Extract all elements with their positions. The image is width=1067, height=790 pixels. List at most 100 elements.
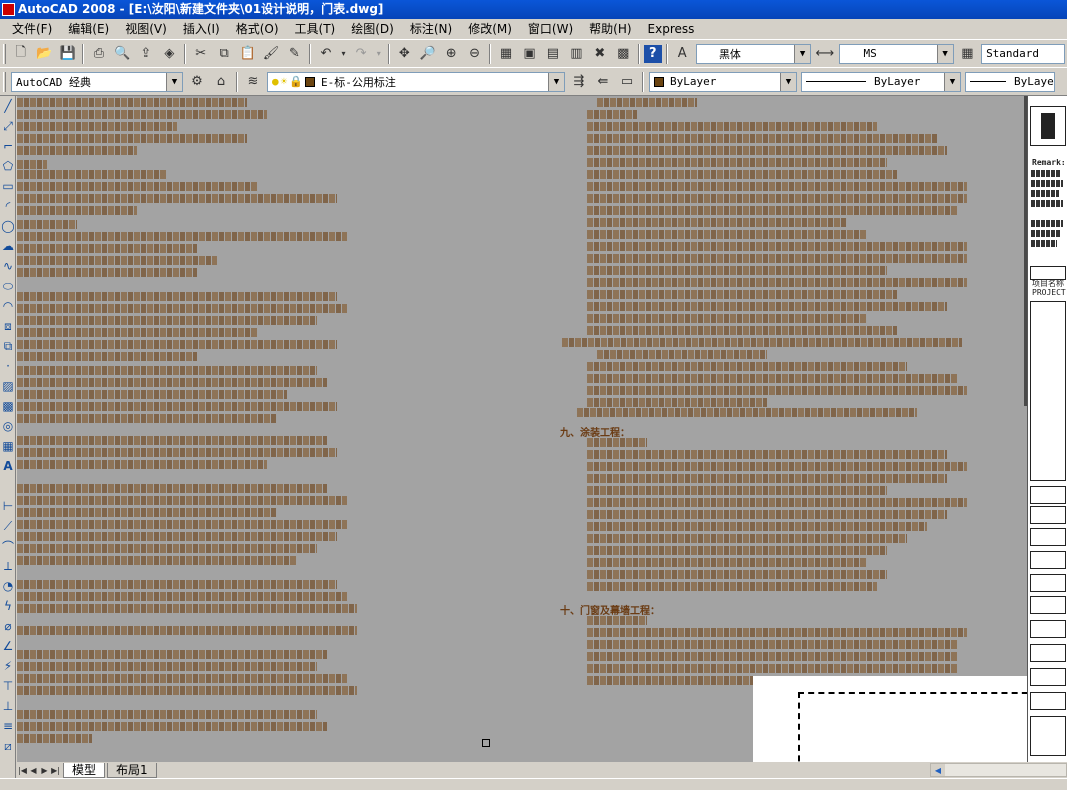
publish-icon[interactable]: ⇪	[135, 43, 156, 65]
autocad-app-icon[interactable]	[2, 3, 15, 16]
zoom-window-icon[interactable]: ⊕	[440, 43, 461, 65]
dimension-space-icon[interactable]: ≡	[0, 716, 16, 736]
first-tab-icon[interactable]: |◀	[17, 764, 28, 776]
chevron-down-icon[interactable]: ▼	[944, 72, 960, 91]
viewport-paper-area[interactable]	[753, 676, 1027, 762]
circle-icon[interactable]: ◯	[0, 216, 16, 236]
make-block-icon[interactable]: ⧉	[0, 336, 16, 356]
print-icon[interactable]: ⎙	[88, 43, 109, 65]
spline-icon[interactable]: ∿	[0, 256, 16, 276]
undo-icon[interactable]: ↶	[315, 43, 336, 65]
rectangle-icon[interactable]: ▭	[0, 176, 16, 196]
layer-properties-icon[interactable]: ≋	[242, 71, 264, 93]
insert-block-icon[interactable]: ⧈	[0, 316, 16, 336]
line-icon[interactable]: ╱	[0, 96, 16, 116]
sheet-set-icon[interactable]: ▥	[566, 43, 587, 65]
menu-edit[interactable]: 编辑(E)	[60, 19, 117, 39]
dim-style-select[interactable]: MS ▼	[838, 43, 954, 64]
workspace-settings-icon[interactable]: ⚙	[186, 71, 208, 93]
chevron-down-icon[interactable]: ▼	[780, 72, 796, 91]
new-icon[interactable]: 🗋	[10, 43, 31, 65]
menu-dimension[interactable]: 标注(N)	[402, 19, 460, 39]
match-properties-icon[interactable]: 🖌	[260, 43, 281, 65]
revision-cloud-icon[interactable]: ☁	[0, 236, 16, 256]
horizontal-scrollbar[interactable]: ◀	[930, 763, 1067, 777]
menu-format[interactable]: 格式(O)	[228, 19, 287, 39]
properties-icon[interactable]: ▦	[495, 43, 516, 65]
lineweight-control-select[interactable]: ByLayer	[965, 71, 1055, 92]
help-icon[interactable]: ?	[643, 44, 662, 63]
redo-icon[interactable]: ↷	[350, 43, 371, 65]
pan-icon[interactable]: ✥	[394, 43, 415, 65]
chevron-down-icon[interactable]: ▼	[166, 72, 182, 91]
zoom-previous-icon[interactable]: ⊖	[464, 43, 485, 65]
tab-layout1[interactable]: 布局1	[107, 762, 157, 778]
quick-dimension-icon[interactable]: ⚡	[0, 656, 16, 676]
menu-file[interactable]: 文件(F)	[4, 19, 60, 39]
print-preview-icon[interactable]: 🔍	[112, 43, 133, 65]
ordinate-dimension-icon[interactable]: ⟂	[0, 556, 16, 576]
point-icon[interactable]: ·	[0, 356, 16, 376]
menu-help[interactable]: 帮助(H)	[581, 19, 639, 39]
diameter-dimension-icon[interactable]: ⌀	[0, 616, 16, 636]
menu-draw[interactable]: 绘图(D)	[343, 19, 402, 39]
menu-view[interactable]: 视图(V)	[117, 19, 175, 39]
drawing-canvas[interactable]: 九、涂装工程： 十、门窗及幕墙工程：	[17, 96, 1027, 762]
dimension-break-icon[interactable]: ⧄	[0, 736, 16, 756]
aligned-dimension-icon[interactable]: ⟋	[0, 516, 16, 536]
chevron-down-icon[interactable]: ▼	[936, 44, 953, 63]
layer-select[interactable]: ● ☀ 🔒 E-标-公用标注 ▼	[267, 71, 565, 92]
baseline-dimension-icon[interactable]: ⊤	[0, 676, 16, 696]
menu-tools[interactable]: 工具(T)	[287, 19, 344, 39]
chevron-down-icon[interactable]: ▼	[794, 44, 811, 63]
table-icon[interactable]: ▦	[0, 436, 16, 456]
save-icon[interactable]: 💾	[57, 43, 78, 65]
ellipse-icon[interactable]: ⬭	[0, 276, 16, 296]
tool-palettes-icon[interactable]: ▤	[542, 43, 563, 65]
redo-dropdown-icon[interactable]: ▾	[374, 43, 384, 65]
construction-line-icon[interactable]: ⤢	[0, 116, 16, 136]
toolbar-grip[interactable]	[3, 71, 6, 92]
polyline-icon[interactable]: ⌐	[0, 136, 16, 156]
linear-dimension-icon[interactable]: ⊢	[0, 496, 16, 516]
last-tab-icon[interactable]: ▶|	[50, 764, 61, 776]
3d-dwf-icon[interactable]: ◈	[159, 43, 180, 65]
cut-icon[interactable]: ✂	[190, 43, 211, 65]
my-workspace-icon[interactable]: ⌂	[210, 71, 232, 93]
menu-modify[interactable]: 修改(M)	[460, 19, 520, 39]
paste-icon[interactable]: 📋	[237, 43, 258, 65]
sun-icon[interactable]: ☀	[281, 75, 288, 88]
zoom-realtime-icon[interactable]: 🔎	[417, 43, 438, 65]
chevron-down-icon[interactable]: ▼	[548, 72, 564, 91]
region-icon[interactable]: ◎	[0, 416, 16, 436]
gradient-icon[interactable]: ▩	[0, 396, 16, 416]
radius-dimension-icon[interactable]: ◔	[0, 576, 16, 596]
scroll-left-icon[interactable]: ◀	[931, 764, 945, 776]
make-object-layer-current-icon[interactable]: ⇶	[568, 71, 590, 93]
design-center-icon[interactable]: ▣	[519, 43, 540, 65]
angular-dimension-icon[interactable]: ∠	[0, 636, 16, 656]
jogged-dimension-icon[interactable]: ϟ	[0, 596, 16, 616]
text-style-icon[interactable]: A	[672, 43, 693, 65]
menu-window[interactable]: 窗口(W)	[520, 19, 581, 39]
linetype-control-select[interactable]: ByLayer ▼	[801, 71, 961, 92]
prev-tab-icon[interactable]: ◀	[28, 764, 39, 776]
table-style-icon[interactable]: ▦	[957, 43, 978, 65]
tab-model[interactable]: 模型	[63, 762, 106, 778]
lock-icon[interactable]: 🔒	[289, 75, 303, 88]
layer-states-icon[interactable]: ▭	[616, 71, 638, 93]
block-editor-icon[interactable]: ✎	[284, 43, 305, 65]
table-style-select[interactable]: Standard	[981, 43, 1066, 64]
open-icon[interactable]: 📂	[33, 43, 54, 65]
arc-length-icon[interactable]: ⌒	[0, 536, 16, 556]
multiline-text-icon[interactable]: A	[0, 456, 16, 476]
text-style-select[interactable]: 黑体 ▼	[695, 43, 812, 64]
menu-express[interactable]: Express	[640, 19, 703, 39]
color-control-select[interactable]: ByLayer ▼	[649, 71, 797, 92]
continue-dimension-icon[interactable]: ⊥	[0, 696, 16, 716]
next-tab-icon[interactable]: ▶	[39, 764, 50, 776]
ellipse-arc-icon[interactable]: ◠	[0, 296, 16, 316]
markup-icon[interactable]: ✖	[589, 43, 610, 65]
calculator-icon[interactable]: ▩	[613, 43, 634, 65]
polygon-icon[interactable]: ⬠	[0, 156, 16, 176]
